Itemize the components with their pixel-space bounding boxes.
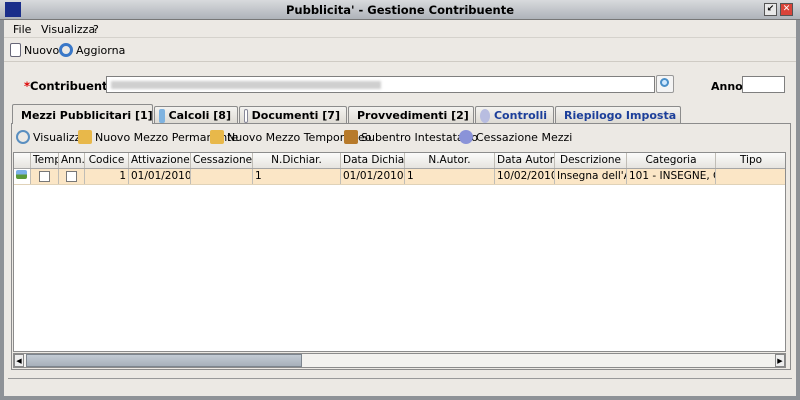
cell-cessazione <box>191 169 253 184</box>
cessation-gear-icon <box>459 130 473 144</box>
transfer-icon <box>344 130 358 144</box>
table-header: Temp. Ann. Codice Attivazione Cessazione… <box>14 153 785 169</box>
tab-controlli[interactable]: Controlli <box>475 106 554 123</box>
anno-input[interactable] <box>742 76 785 93</box>
col-temp[interactable]: Temp. <box>31 153 59 168</box>
magnifier-icon <box>16 130 30 144</box>
tab-label: Documenti [7] <box>251 109 340 122</box>
scroll-thumb[interactable] <box>26 354 302 367</box>
search-button[interactable] <box>656 75 674 93</box>
temp-checkbox[interactable] <box>31 169 59 184</box>
table-row[interactable]: 1 01/01/2010 1 01/01/2010 1 10/02/2010 I… <box>14 169 785 185</box>
cell-n-autor: 1 <box>405 169 495 184</box>
col-categoria[interactable]: Categoria <box>627 153 716 168</box>
close-icon[interactable]: ✕ <box>780 3 793 16</box>
visualizza-button[interactable]: Visualizza <box>16 130 87 144</box>
cell-categoria: 101 - INSEGNE, CAR <box>627 169 716 184</box>
status-bar <box>8 378 792 395</box>
col-attivazione[interactable]: Attivazione <box>129 153 191 168</box>
anno-label: Anno <box>711 80 743 93</box>
toolbar: Nuovo Aggiorna <box>4 38 796 62</box>
refresh-icon <box>59 43 73 57</box>
menu-help[interactable]: ? <box>93 23 99 36</box>
col-n-autor[interactable]: N.Autor. <box>405 153 495 168</box>
cell-descrizione: Insegna dell'Agr <box>555 169 627 184</box>
cell-attivazione: 01/01/2010 <box>131 169 191 184</box>
window-title: Pubblicita' - Gestione Contribuente <box>285 3 515 17</box>
menu-visualizza[interactable]: Visualizza <box>41 23 95 36</box>
tab-documenti[interactable]: Documenti [7] <box>239 106 347 123</box>
row-image-icon <box>14 169 31 184</box>
cell-tipo <box>716 169 785 184</box>
gear-icon <box>480 108 490 123</box>
menu-file[interactable]: File <box>13 23 31 36</box>
col-data-autor[interactable]: Data Autor. <box>495 153 555 168</box>
tab-mezzi-pubblicitari[interactable]: Mezzi Pubblicitari [1] <box>12 104 153 124</box>
col-tipo[interactable]: Tipo <box>716 153 785 168</box>
contribuente-label: *Contribuente <box>24 79 115 93</box>
col-data-dichiar[interactable]: Data Dichiar. <box>341 153 405 168</box>
col-cessazione[interactable]: Cessazione <box>191 153 253 168</box>
subentro-intestatario-button[interactable]: Subentro Intestatario <box>344 130 478 144</box>
cessazione-mezzi-button[interactable]: Cessazione Mezzi <box>459 130 572 144</box>
new-temporary-icon <box>210 130 224 144</box>
col-descrizione[interactable]: Descrizione <box>555 153 627 168</box>
tab-label: Provvedimenti [2] <box>357 109 469 122</box>
cell-data-autor: 10/02/2010 <box>497 169 555 184</box>
col-n-dichiar[interactable]: N.Dichiar. <box>253 153 341 168</box>
ann-checkbox[interactable] <box>59 169 85 184</box>
contribuente-label-text: Contribuente <box>30 79 116 93</box>
nuovo-button[interactable]: Nuovo <box>10 43 59 57</box>
action-label: Cessazione Mezzi <box>476 130 573 144</box>
mezzi-table: Temp. Ann. Codice Attivazione Cessazione… <box>13 152 786 352</box>
horizontal-scrollbar[interactable]: ◀ ▶ <box>13 353 786 368</box>
tab-calcoli[interactable]: Calcoli [8] <box>154 106 238 123</box>
scroll-left-icon[interactable]: ◀ <box>14 354 24 367</box>
redacted-value <box>111 81 381 89</box>
title-bar: Pubblicita' - Gestione Contribuente ↙ ✕ <box>0 0 800 20</box>
tab-provvedimenti[interactable]: Provvedimenti [2] <box>348 106 474 123</box>
contribuente-input[interactable] <box>106 76 655 93</box>
new-permanent-icon <box>78 130 92 144</box>
tab-label: Mezzi Pubblicitari [1] <box>21 108 153 122</box>
nuovo-label: Nuovo <box>24 43 60 57</box>
search-icon <box>660 78 669 87</box>
cell-codice: 1 <box>85 169 129 184</box>
tab-riepilogo-imposta[interactable]: Riepilogo Imposta <box>555 106 681 123</box>
scroll-right-icon[interactable]: ▶ <box>775 354 785 367</box>
cell-n-dichiar: 1 <box>253 169 341 184</box>
col-icon[interactable] <box>14 153 31 168</box>
aggiorna-label: Aggiorna <box>76 43 126 57</box>
cell-data-dichiar: 01/01/2010 <box>343 169 405 184</box>
document-icon <box>244 108 248 123</box>
tab-label: Calcoli [8] <box>168 109 231 122</box>
calculator-icon <box>159 108 165 123</box>
restore-icon[interactable]: ↙ <box>764 3 777 16</box>
tab-label: Controlli <box>493 109 547 122</box>
tab-label: Riepilogo Imposta <box>564 109 677 122</box>
menu-bar: File Visualizza ? <box>4 20 796 38</box>
new-document-icon <box>10 43 21 57</box>
col-codice[interactable]: Codice <box>85 153 129 168</box>
aggiorna-button[interactable]: Aggiorna <box>59 43 125 57</box>
col-ann[interactable]: Ann. <box>59 153 85 168</box>
